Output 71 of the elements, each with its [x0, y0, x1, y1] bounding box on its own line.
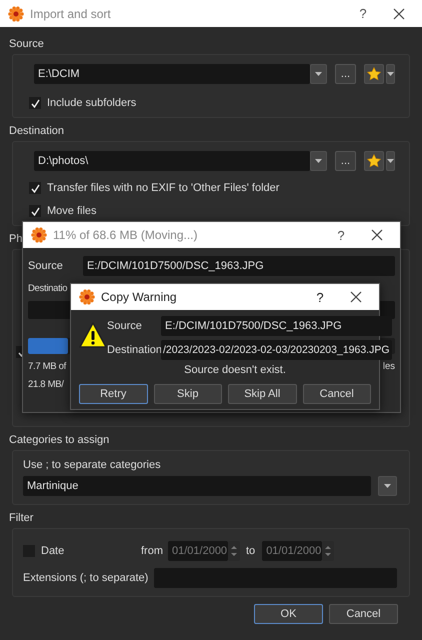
browse-button[interactable]: ...	[335, 64, 356, 84]
favorites-button[interactable]	[364, 151, 384, 171]
favorites-button[interactable]	[364, 64, 384, 84]
date-field[interactable]: 01/01/2000	[262, 541, 322, 561]
caret-icon	[315, 72, 322, 76]
close-icon[interactable]	[371, 229, 383, 241]
dropdown-button[interactable]	[310, 64, 327, 84]
app-icon	[79, 289, 95, 305]
favorites-menu-button[interactable]	[386, 64, 395, 84]
checkbox[interactable]	[29, 205, 41, 217]
checkbox-label: Move files	[47, 205, 97, 217]
checkbox-label: Transfer files with no EXIF to 'Other Files' folder	[47, 182, 280, 194]
source-field: E:/DCIM/101D7500/DSC_1963.JPG	[161, 316, 392, 336]
section-label: Filter	[9, 512, 34, 524]
skip-all-button[interactable]: Skip All	[228, 384, 296, 404]
star-icon	[367, 67, 381, 81]
categories-field[interactable]: Martinique	[23, 476, 371, 496]
warning-icon	[79, 322, 107, 348]
checkbox[interactable]	[29, 182, 41, 194]
spinner-icon[interactable]	[230, 544, 238, 558]
help-button[interactable]: ?	[305, 290, 335, 304]
cancel-button[interactable]: Cancel	[302, 384, 371, 404]
close-icon[interactable]	[350, 291, 362, 303]
destination-label: Destination	[107, 344, 161, 356]
date-field[interactable]: 01/01/2000	[168, 541, 228, 561]
app-icon	[8, 6, 24, 22]
ok-button[interactable]: OK	[254, 604, 323, 624]
caret-icon	[315, 159, 322, 163]
hint-text: Use ; to separate categories	[23, 459, 162, 471]
destination-field: /2023/2023-02/2023-02-03/20230203_1963.JPG	[161, 340, 392, 360]
speed-text: 21.8 MB/	[28, 379, 64, 390]
browse-button[interactable]: ...	[335, 151, 356, 171]
app-icon	[31, 227, 47, 243]
section-label: Source	[9, 38, 44, 50]
section-label: Destination	[9, 125, 64, 137]
checkbox[interactable]	[29, 97, 41, 109]
checkbox-label: Include subfolders	[47, 97, 136, 109]
path-field[interactable]: E:\DCIM	[34, 64, 310, 84]
skip-button[interactable]: Skip	[154, 384, 222, 404]
dropdown-button[interactable]	[378, 476, 397, 496]
from-label: from	[141, 545, 163, 557]
dialog-title: 11% of 68.6 MB (Moving...)	[53, 228, 199, 242]
section-label: Categories to assign	[9, 434, 110, 446]
date-spinner[interactable]	[322, 541, 334, 561]
source-label: Source	[28, 260, 64, 272]
date-spinner[interactable]	[228, 541, 240, 561]
caret-icon	[384, 484, 391, 488]
dropdown-button[interactable]	[310, 151, 327, 171]
checkbox-label: Date	[41, 545, 66, 557]
favorites-menu-button[interactable]	[386, 151, 395, 171]
caret-icon	[387, 72, 394, 76]
destination-label: Destinatio	[28, 283, 68, 294]
caret-icon	[387, 159, 394, 163]
cancel-button[interactable]: Cancel	[329, 604, 398, 624]
to-label: to	[246, 545, 256, 557]
extensions-field[interactable]	[154, 568, 397, 588]
help-button[interactable]: ?	[348, 6, 378, 21]
source-field: E:/DCIM/101D7500/DSC_1963.JPG	[83, 256, 395, 276]
section-label: Ph	[9, 233, 22, 245]
source-label: Source	[107, 320, 143, 332]
dialog-title: Copy Warning	[101, 290, 178, 304]
size-text: 7.7 MB of	[28, 361, 66, 372]
label-text: les	[382, 361, 395, 372]
star-icon	[367, 154, 381, 168]
help-button[interactable]: ?	[326, 228, 356, 242]
retry-button[interactable]: Retry	[79, 384, 148, 404]
window-title: Import and sort	[30, 6, 112, 20]
close-icon[interactable]	[393, 8, 405, 20]
path-field[interactable]: D:\photos\	[34, 151, 310, 171]
extensions-label: Extensions (; to separate)	[23, 572, 148, 584]
error-message: Source doesn't exist.	[183, 364, 286, 376]
